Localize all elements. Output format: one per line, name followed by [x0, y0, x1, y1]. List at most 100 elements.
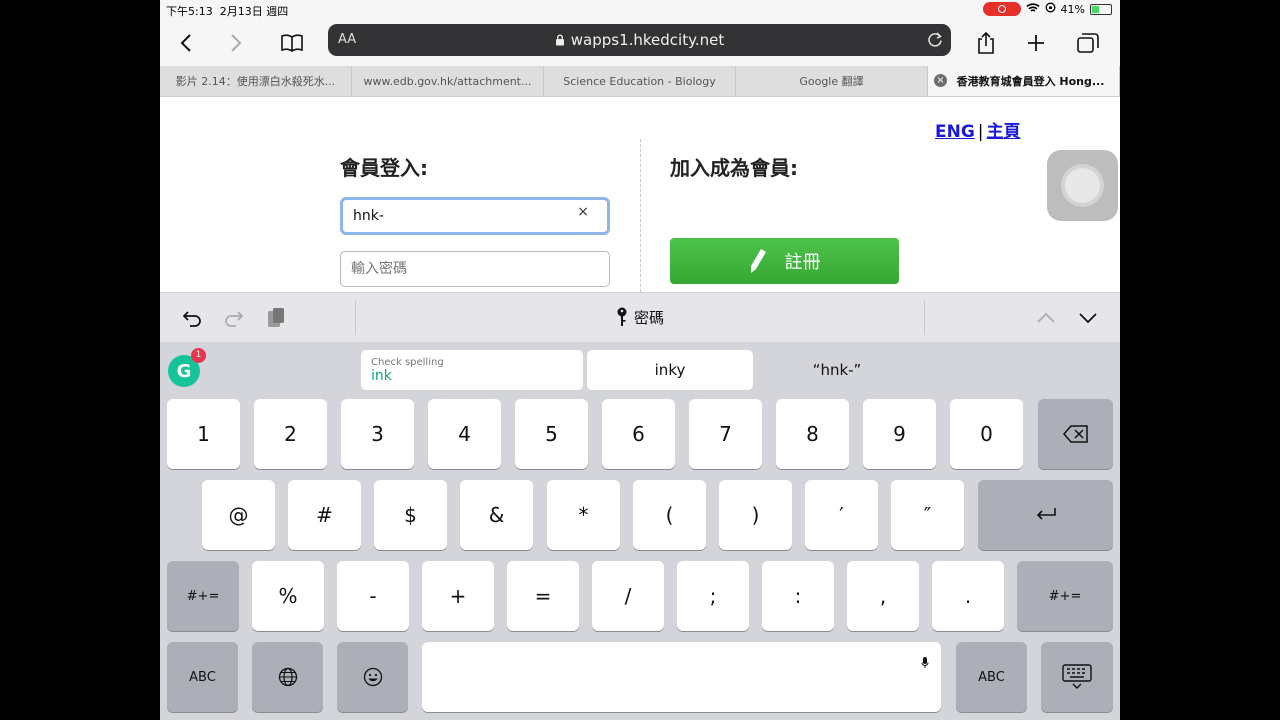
key-dollar[interactable]: $ — [374, 480, 447, 550]
grammarly-badge: 1 — [191, 348, 206, 363]
keyboard-accessory-bar: 密碼 — [160, 292, 1120, 343]
tabs-overview-button[interactable] — [1072, 27, 1104, 59]
key-3[interactable]: 3 — [341, 399, 414, 469]
assistive-touch-button[interactable] — [1047, 150, 1118, 221]
key-colon[interactable]: : — [762, 561, 834, 631]
key-slash[interactable]: / — [592, 561, 664, 631]
key-right-paren[interactable]: ) — [719, 480, 792, 550]
password-autofill-key[interactable]: 密碼 — [160, 307, 1120, 328]
browser-toolbar: AA wapps1.hkedcity.net — [160, 20, 1120, 66]
tab-1[interactable]: 影片 2.14：使用漂白水殺死水... — [160, 66, 352, 96]
tab-2[interactable]: www.edb.gov.hk/attachment... — [352, 66, 544, 96]
suggestion-3[interactable]: “hnk-” — [757, 350, 917, 390]
space-key[interactable] — [422, 642, 941, 712]
key-percent[interactable]: % — [252, 561, 324, 631]
status-bar: 下午5:13 2月13日 週四 41% — [160, 0, 1120, 20]
key-2[interactable]: 2 — [254, 399, 327, 469]
key-9[interactable]: 9 — [863, 399, 936, 469]
keyboard: 1 2 3 4 5 6 7 8 9 0 @ # $ & * ( ) ′ ″ #+… — [160, 398, 1120, 720]
battery-percent: 41% — [1060, 2, 1085, 16]
tab-5-active[interactable]: × 香港教育城會員登入 Hong... — [928, 66, 1120, 96]
password-input[interactable] — [340, 251, 610, 287]
plus-icon — [1028, 35, 1044, 51]
spelling-word: ink — [371, 367, 392, 384]
web-content: ENG|主頁 會員登入: 加入成為會員: × 註冊 — [160, 97, 1120, 292]
hide-keyboard-key[interactable] — [1041, 642, 1113, 712]
clear-input-icon[interactable]: × — [577, 204, 589, 220]
spelling-suggestion[interactable]: Check spelling ink — [361, 350, 583, 390]
key-left-paren[interactable]: ( — [633, 480, 706, 550]
wifi-icon — [1026, 2, 1040, 16]
register-button[interactable]: 註冊 — [670, 238, 899, 284]
emoji-key[interactable] — [337, 642, 408, 712]
battery-icon — [1090, 3, 1112, 15]
key-8[interactable]: 8 — [776, 399, 849, 469]
abc-key-left[interactable]: ABC — [167, 642, 238, 712]
key-semicolon[interactable]: ; — [677, 561, 749, 631]
tab-3[interactable]: Science Education - Biology — [544, 66, 736, 96]
key-hash[interactable]: # — [288, 480, 361, 550]
key-at[interactable]: @ — [202, 480, 275, 550]
home-link[interactable]: 主頁 — [987, 122, 1021, 142]
suggestion-2[interactable]: inky — [587, 350, 753, 390]
hide-keyboard-icon — [1062, 664, 1092, 689]
key-4[interactable]: 4 — [428, 399, 501, 469]
forward-button[interactable] — [220, 27, 252, 59]
abc-key-right[interactable]: ABC — [956, 642, 1027, 712]
globe-icon — [278, 667, 297, 687]
next-field-button[interactable] — [1072, 302, 1104, 334]
tab-strip: 影片 2.14：使用漂白水殺死水... www.edb.gov.hk/attac… — [160, 66, 1120, 97]
key-ampersand[interactable]: & — [460, 480, 533, 550]
key-icon — [617, 307, 627, 326]
screen-record-icon — [982, 2, 1021, 16]
chevron-up-icon — [1037, 312, 1055, 323]
new-tab-button[interactable] — [1020, 27, 1052, 59]
share-icon — [978, 31, 994, 54]
back-button[interactable] — [170, 27, 202, 59]
key-equals[interactable]: = — [507, 561, 579, 631]
username-input[interactable] — [351, 207, 575, 225]
delete-icon — [1062, 425, 1088, 443]
key-comma[interactable]: , — [847, 561, 919, 631]
key-plus[interactable]: + — [422, 561, 494, 631]
suggestion-bar: G 1 Check spelling ink inky “hnk-” — [160, 342, 1120, 398]
key-asterisk[interactable]: * — [547, 480, 620, 550]
key-period[interactable]: . — [932, 561, 1004, 631]
delete-key[interactable] — [1038, 399, 1113, 469]
tab-4[interactable]: Google 翻譯 — [736, 66, 928, 96]
key-5[interactable]: 5 — [515, 399, 588, 469]
status-time-date: 下午5:13 2月13日 週四 — [166, 5, 289, 18]
key-0[interactable]: 0 — [950, 399, 1023, 469]
key-6[interactable]: 6 — [602, 399, 675, 469]
login-heading: 會員登入: — [340, 156, 428, 180]
previous-field-button[interactable] — [1030, 302, 1062, 334]
nav-separator: | — [977, 122, 984, 142]
language-nav: ENG | 主頁 — [935, 117, 1021, 142]
emoji-icon — [363, 667, 382, 687]
key-7[interactable]: 7 — [689, 399, 762, 469]
symbols-toggle-left[interactable]: #+= — [167, 561, 239, 631]
check-spelling-label: Check spelling — [371, 356, 444, 368]
eng-link[interactable]: ENG — [935, 122, 975, 142]
globe-key[interactable] — [252, 642, 323, 712]
username-field[interactable]: × — [340, 197, 610, 235]
symbols-toggle-right[interactable]: #+= — [1017, 561, 1113, 631]
chevron-down-icon — [1079, 313, 1097, 324]
return-key[interactable] — [978, 480, 1113, 550]
key-hyphen[interactable]: - — [337, 561, 409, 631]
share-button[interactable] — [970, 27, 1002, 59]
column-divider — [640, 139, 641, 292]
pencil-icon — [750, 249, 766, 273]
reload-icon[interactable] — [927, 31, 943, 52]
key-prime[interactable]: ′ — [805, 480, 878, 550]
battery-fill — [1092, 5, 1099, 13]
close-tab-icon[interactable]: × — [934, 74, 947, 87]
join-heading: 加入成為會員: — [670, 156, 798, 180]
grammarly-button[interactable]: G 1 — [168, 348, 206, 387]
key-1[interactable]: 1 — [167, 399, 240, 469]
key-double-prime[interactable]: ″ — [891, 480, 964, 550]
ipad-screen: 下午5:13 2月13日 週四 41% AA wapps1.hkedcity.n… — [160, 0, 1120, 720]
microphone-icon — [921, 657, 929, 668]
address-bar[interactable]: AA wapps1.hkedcity.net — [328, 24, 951, 56]
bookmarks-button[interactable] — [276, 27, 308, 59]
